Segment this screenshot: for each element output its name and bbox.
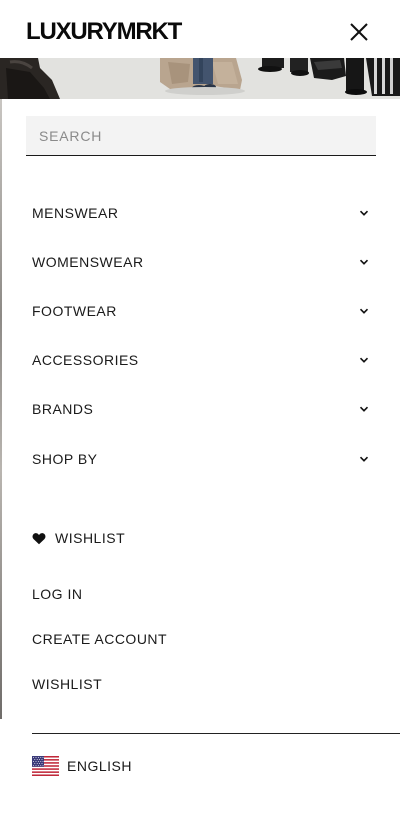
menu-item-footwear[interactable]: FOOTWEAR (0, 286, 400, 335)
wishlist-label: WISHLIST (55, 530, 126, 546)
chevron-down-icon[interactable] (359, 454, 369, 464)
menu-item-label: MENSWEAR (32, 204, 119, 221)
search-box (26, 116, 376, 156)
wishlist-link[interactable]: WISHLIST (32, 675, 102, 693)
runway-photo (0, 58, 400, 99)
menu-item-accessories[interactable]: ACCESSORIES (0, 336, 400, 385)
us-flag-icon (32, 756, 59, 776)
menu-item-label: ACCESSORIES (32, 352, 139, 369)
search-input[interactable] (26, 116, 376, 155)
menu-item-menswear[interactable]: MENSWEAR (0, 188, 400, 237)
menu-item-label: SHOP BY (32, 450, 98, 467)
language-selector[interactable]: ENGLISH (32, 755, 132, 777)
create-account-link[interactable]: CREATE ACCOUNT (32, 630, 167, 648)
divider (32, 733, 400, 734)
page-edge-shadow (0, 99, 2, 719)
menu-item-womenswear[interactable]: WOMENSWEAR (0, 237, 400, 286)
chevron-down-icon[interactable] (359, 404, 369, 414)
menu-item-brands[interactable]: BRANDS (0, 385, 400, 434)
header: LUXURYMRKT (0, 0, 400, 58)
menu-item-label: FOOTWEAR (32, 302, 117, 319)
menu-item-shop-by[interactable]: SHOP BY (0, 434, 400, 483)
language-label: ENGLISH (67, 758, 132, 774)
logo[interactable]: LUXURYMRKT (26, 18, 182, 46)
mobile-nav-drawer: LUXURYMRKT SEARCH MENSWEAR WOMENSWEAR FO… (0, 0, 400, 833)
chevron-down-icon[interactable] (359, 355, 369, 365)
chevron-down-icon[interactable] (359, 306, 369, 316)
menu-item-label: WOMENSWEAR (32, 253, 144, 270)
hero-image (0, 58, 400, 99)
menu-item-label: BRANDS (32, 401, 94, 418)
wishlist-heart-link[interactable]: WISHLIST (32, 528, 125, 548)
chevron-down-icon[interactable] (359, 208, 369, 218)
login-link[interactable]: LOG IN (32, 585, 82, 603)
close-icon[interactable] (346, 20, 372, 46)
chevron-down-icon[interactable] (359, 257, 369, 267)
category-menu: MENSWEAR WOMENSWEAR FOOTWEAR ACCESSORIES… (0, 188, 400, 483)
heart-icon (32, 532, 46, 544)
